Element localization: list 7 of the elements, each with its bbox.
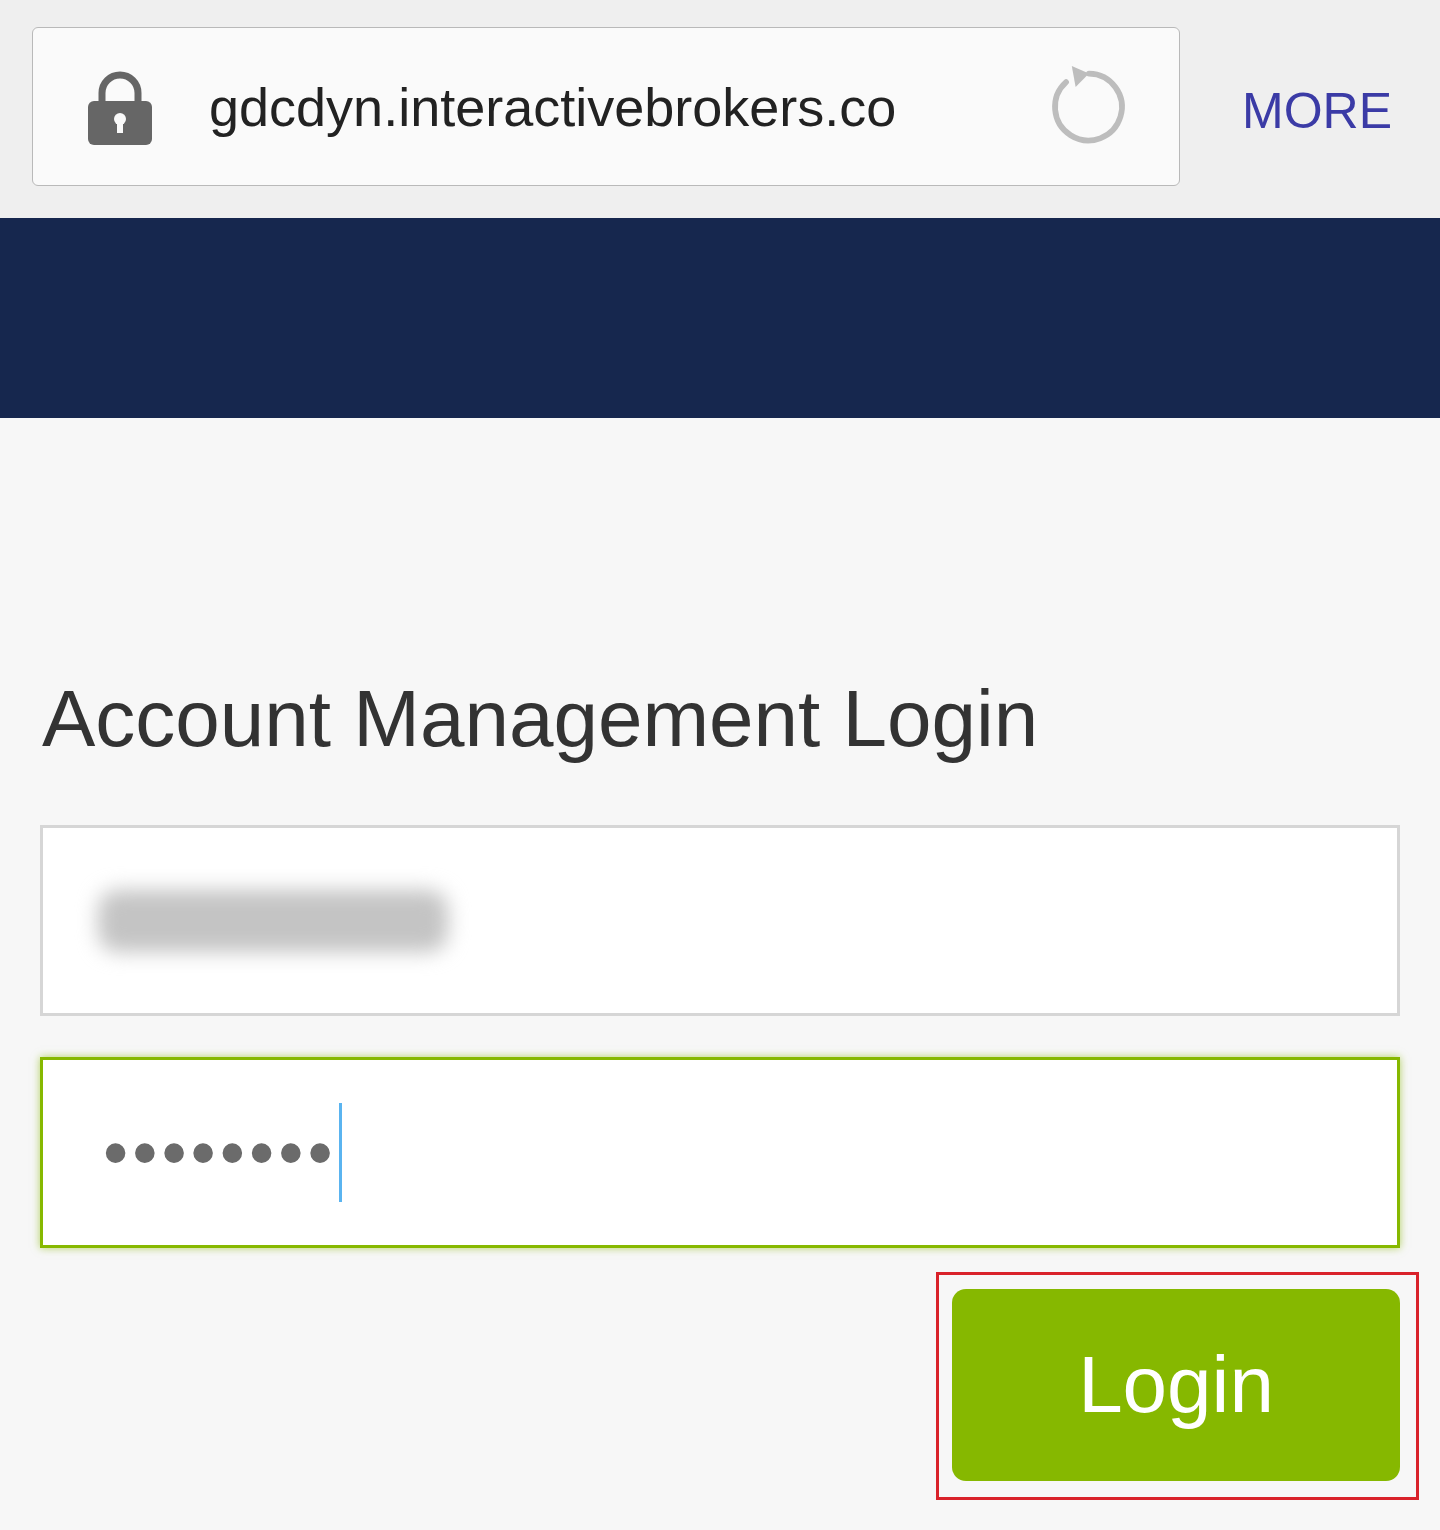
page-title: Account Management Login [42, 673, 1039, 765]
username-field[interactable] [40, 825, 1400, 1016]
url-text: gdcdyn.interactivebrokers.co [209, 75, 897, 138]
address-bar[interactable]: gdcdyn.interactivebrokers.co [32, 27, 1180, 186]
password-field[interactable]: •••••••• [40, 1057, 1400, 1248]
password-value: •••••••• [103, 1111, 337, 1195]
more-button[interactable]: MORE [1242, 82, 1392, 140]
